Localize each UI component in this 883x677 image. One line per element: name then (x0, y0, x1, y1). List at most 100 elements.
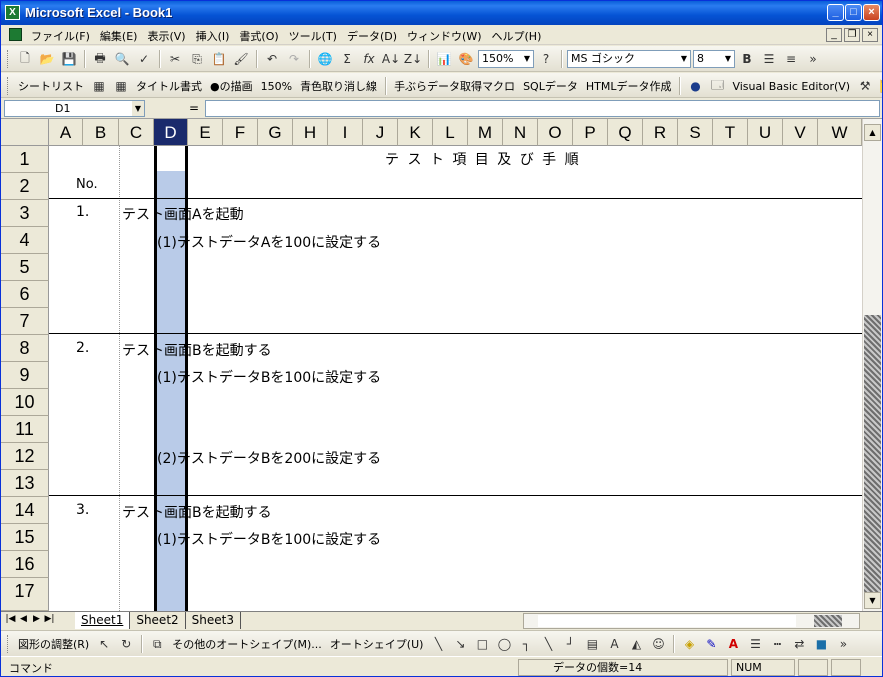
print-preview-icon[interactable]: 🔍 (112, 49, 132, 69)
menu-edit[interactable]: 編集(E) (100, 28, 138, 44)
row-header-7[interactable]: 7 (1, 308, 49, 335)
menu-data[interactable]: データ(D) (347, 28, 397, 44)
dash-style-icon[interactable]: ┅ (767, 634, 787, 654)
toolbar-grip[interactable] (7, 77, 10, 95)
column-header-n[interactable]: N (503, 119, 538, 146)
autoshape-menu[interactable]: オートシェイプ(U) (327, 636, 427, 652)
font-color-icon[interactable]: A (723, 634, 743, 654)
scroll-down-icon[interactable]: ▼ (864, 592, 881, 609)
toolbar-options-icon[interactable]: » (833, 634, 853, 654)
no-header-cell[interactable]: No. (76, 177, 98, 192)
column-header-k[interactable]: K (398, 119, 433, 146)
column-header-d[interactable]: D (154, 119, 188, 146)
step-cell-1[interactable]: テスト画面Aを起動 (122, 204, 244, 224)
number-cell-1[interactable]: 1. (76, 204, 89, 220)
print-icon[interactable]: 🖶 (90, 49, 110, 69)
column-header-s[interactable]: S (678, 119, 713, 146)
design-mode-icon[interactable]: 📐 (877, 76, 882, 96)
column-header-f[interactable]: F (223, 119, 258, 146)
sheet-title-cell[interactable]: テ ス ト 項 目 及 び 手 順 (385, 149, 581, 169)
select-all-button[interactable] (1, 119, 49, 146)
row-header-5[interactable]: 5 (1, 254, 49, 281)
column-header-u[interactable]: U (748, 119, 783, 146)
copy-icon[interactable]: ⎘ (187, 49, 207, 69)
open-icon[interactable]: 📂 (37, 49, 57, 69)
autosum-icon[interactable]: Σ (337, 49, 357, 69)
step-cell-2[interactable]: テスト画面Bを起動する (122, 340, 272, 360)
column-header-h[interactable]: H (293, 119, 328, 146)
substep-cell-2-1[interactable]: (1)テストデータBを100に設定する (157, 367, 381, 387)
last-sheet-icon[interactable]: ▶| (44, 614, 55, 624)
vbe-button[interactable]: Visual Basic Editor(V) (729, 80, 853, 93)
row-header-1[interactable]: 1 (1, 146, 49, 173)
diagram-icon[interactable]: ◭ (626, 634, 646, 654)
fill-color-icon[interactable]: ◈ (679, 634, 699, 654)
curved-connector-icon[interactable]: ╲ (538, 634, 558, 654)
elbow-connector-icon[interactable]: ┘ (560, 634, 580, 654)
row-header-2[interactable]: 2 (1, 173, 49, 200)
horizontal-scroll-thumb[interactable] (814, 615, 842, 627)
shapes-icon[interactable]: ⧉ (147, 634, 167, 654)
clipart-icon[interactable]: ☺ (648, 634, 668, 654)
3d-icon[interactable]: ■ (811, 634, 831, 654)
toolbar-grip[interactable] (7, 50, 10, 68)
sort-ascending-icon[interactable]: A↓ (381, 49, 401, 69)
excel-app-icon[interactable]: X (5, 5, 20, 20)
column-header-r[interactable]: R (643, 119, 678, 146)
row-header-17[interactable]: 17 (1, 578, 49, 611)
column-header-q[interactable]: Q (608, 119, 643, 146)
record-macro-icon[interactable]: ● (685, 76, 705, 96)
row-header-11[interactable]: 11 (1, 416, 49, 443)
column-header-p[interactable]: P (573, 119, 608, 146)
column-header-o[interactable]: O (538, 119, 573, 146)
bold-button[interactable]: B (737, 49, 757, 69)
chart-wizard-icon[interactable]: 📊 (434, 49, 454, 69)
help-icon[interactable]: ? (536, 49, 556, 69)
scroll-up-icon[interactable]: ▲ (864, 124, 881, 141)
sort-descending-icon[interactable]: Z↓ (403, 49, 423, 69)
title-format-button[interactable]: タイトル書式 (133, 78, 205, 94)
rotate-icon[interactable]: ↻ (116, 634, 136, 654)
line-icon[interactable]: ╲ (428, 634, 448, 654)
tools-icon[interactable]: ⚒ (855, 76, 875, 96)
oval-icon[interactable]: ◯ (494, 634, 514, 654)
cut-icon[interactable]: ✂ (165, 49, 185, 69)
row-header-9[interactable]: 9 (1, 362, 49, 389)
function-icon[interactable]: fx (359, 49, 379, 69)
first-sheet-icon[interactable]: |◀ (5, 614, 16, 624)
row-header-14[interactable]: 14 (1, 497, 49, 524)
formula-input[interactable] (205, 100, 880, 117)
column-header-b[interactable]: B (83, 119, 119, 146)
select-pointer-icon[interactable]: ↖ (94, 634, 114, 654)
menu-insert[interactable]: 挿入(I) (196, 28, 230, 44)
drawing-icon[interactable]: 🎨 (456, 49, 476, 69)
redo-icon[interactable]: ↷ (284, 49, 304, 69)
zoom-150-button[interactable]: 150% (258, 80, 295, 93)
substep-cell-3-1[interactable]: (1)テストデータBを100に設定する (157, 529, 381, 549)
column-header-j[interactable]: J (363, 119, 398, 146)
row-header-10[interactable]: 10 (1, 389, 49, 416)
sheet-tab-1[interactable]: Sheet1 (75, 612, 131, 629)
horizontal-scrollbar[interactable] (523, 613, 860, 629)
column-header-l[interactable]: L (433, 119, 468, 146)
vertical-scroll-thumb[interactable] (864, 315, 881, 597)
arrow-icon[interactable]: ↘ (450, 634, 470, 654)
undo-icon[interactable]: ↶ (262, 49, 282, 69)
column-header-a[interactable]: A (49, 119, 83, 146)
html-data-button[interactable]: HTMLデータ作成 (583, 78, 675, 94)
close-button[interactable]: × (863, 4, 880, 21)
vertical-scrollbar[interactable]: ▲ ▼ (862, 119, 882, 611)
arrow-style-icon[interactable]: ⇄ (789, 634, 809, 654)
sql-data-button[interactable]: SQLデータ (520, 78, 581, 94)
row-header-6[interactable]: 6 (1, 281, 49, 308)
horizontal-scroll-track[interactable] (538, 615, 796, 627)
menu-view[interactable]: 表示(V) (147, 28, 185, 44)
toolbar-options-icon[interactable]: » (803, 49, 823, 69)
paste-icon[interactable]: 📋 (209, 49, 229, 69)
toolbar-grip[interactable] (7, 635, 10, 653)
maximize-button[interactable]: □ (845, 4, 862, 21)
blue-strikethrough-button[interactable]: 青色取り消し線 (297, 78, 380, 94)
name-box[interactable]: D1 ▼ (4, 100, 145, 117)
wordart-icon[interactable]: A (604, 634, 624, 654)
align-center-icon[interactable]: ≡ (781, 49, 801, 69)
